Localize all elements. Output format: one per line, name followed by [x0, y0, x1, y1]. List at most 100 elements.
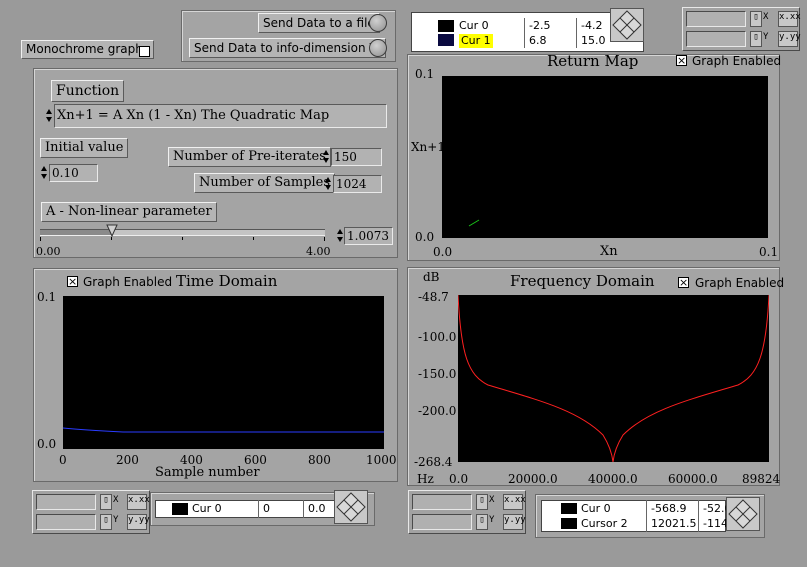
- x-format-button[interactable]: x.xx: [503, 494, 526, 510]
- freq-y-tick: -200.0: [418, 404, 457, 418]
- monochrome-label: Monochrome graphs: [21, 40, 155, 59]
- cursor-move-diamond[interactable]: [610, 8, 644, 42]
- cursor-name: Cur 0: [192, 502, 222, 515]
- cursor-x: 12021.5: [651, 517, 697, 530]
- cursor-x: -2.5: [529, 19, 551, 32]
- cursor-color-swatch: [172, 503, 188, 515]
- cursor-y: 0.0: [308, 502, 326, 515]
- pre-iterates-label: Number of Pre-iterates: [168, 147, 331, 167]
- freq-graph-enabled-label: Graph Enabled: [695, 276, 785, 290]
- return-map-xlabel: Xn: [600, 244, 618, 259]
- samples-stepper[interactable]: [325, 175, 332, 193]
- freq-domain-title: Frequency Domain: [510, 272, 655, 290]
- cursor-name-selected[interactable]: Cur 1: [459, 34, 493, 48]
- freq-domain-plot[interactable]: [457, 294, 770, 463]
- param-stepper[interactable]: [337, 227, 344, 245]
- cursor-move-diamond[interactable]: [726, 497, 760, 531]
- y-format-button[interactable]: y.yy: [503, 514, 526, 530]
- param-min-label: 0.00: [36, 245, 61, 258]
- pre-iterates-field[interactable]: 150: [331, 148, 382, 166]
- y-scale-label: Y: [113, 515, 119, 525]
- send-info-button[interactable]: [369, 39, 387, 57]
- samples-label: Number of Samples: [194, 173, 336, 193]
- y-lock-button[interactable]: ▯: [100, 514, 112, 530]
- freq-x-tick: 40000.0: [588, 472, 638, 486]
- send-file-label: Send Data to a file: [258, 13, 380, 33]
- time-xlabel: Sample number: [155, 465, 260, 480]
- cursor-x: 6.8: [529, 34, 547, 47]
- freq-y-tick: -150.0: [418, 367, 457, 381]
- x-scale-label: X: [113, 495, 119, 505]
- param-slider-fill: [40, 230, 112, 235]
- freq-x-tick: 60000.0: [668, 472, 718, 486]
- x-scale-label: X: [763, 12, 769, 22]
- freq-y-tick: -100.0: [418, 330, 457, 344]
- x-scale-field[interactable]: [686, 11, 746, 27]
- send-file-button[interactable]: [369, 14, 387, 32]
- time-x-tick: 800: [308, 453, 331, 467]
- freq-y-tick: -268.4: [414, 455, 453, 469]
- x-scale-field[interactable]: [36, 494, 96, 510]
- y-lock-button[interactable]: ▯: [476, 514, 488, 530]
- time-x-tick: 0: [59, 453, 67, 467]
- freq-x-tick: 20000.0: [508, 472, 558, 486]
- freq-y-tick: -48.7: [418, 290, 449, 304]
- time-y-top: 0.1: [37, 290, 57, 304]
- return-map-x-right: 0.1: [759, 245, 779, 259]
- x-lock-button[interactable]: ▯: [476, 494, 488, 510]
- cursor-x: 0: [263, 502, 270, 515]
- return-map-title: Return Map: [547, 52, 639, 70]
- freq-unit-x: Hz: [417, 472, 434, 486]
- y-scale-field[interactable]: [686, 31, 746, 47]
- time-domain-graph-enabled-checkbox[interactable]: ×: [67, 276, 78, 287]
- cursor-color-swatch: [438, 20, 454, 32]
- return-map-ylabel: Xn+1: [411, 140, 445, 154]
- y-lock-button[interactable]: ▯: [750, 31, 762, 47]
- cursor-x: -568.9: [651, 502, 687, 515]
- initial-value-stepper[interactable]: [41, 164, 48, 182]
- initial-value-label: Initial value: [40, 138, 129, 158]
- function-ring-stepper[interactable]: [46, 107, 53, 125]
- send-info-label: Send Data to info-dimension VI: [189, 38, 387, 58]
- x-format-button[interactable]: x.xx: [778, 11, 801, 27]
- time-domain-plot[interactable]: [62, 296, 384, 449]
- return-map-x-left: 0.0: [433, 245, 453, 259]
- cursor-y: -4.2: [581, 19, 603, 32]
- return-map-plot[interactable]: [442, 76, 768, 238]
- freq-x-tick: 0.0: [449, 472, 469, 486]
- initial-value-field[interactable]: 0.10: [49, 164, 98, 182]
- function-ring[interactable]: Xn+1 = A Xn (1 - Xn) The Quadratic Map: [54, 104, 387, 128]
- return-map-graph-enabled-checkbox[interactable]: ×: [676, 55, 687, 66]
- y-format-button[interactable]: y.yy: [778, 31, 801, 47]
- x-lock-button[interactable]: ▯: [750, 11, 762, 27]
- param-value-field[interactable]: 1.0073: [344, 227, 393, 245]
- monochrome-checkbox[interactable]: [139, 46, 150, 57]
- y-format-button[interactable]: y.yy: [127, 514, 150, 530]
- samples-field[interactable]: 1024: [333, 175, 382, 193]
- pre-iterates-stepper[interactable]: [323, 148, 330, 166]
- freq-unit-y: dB: [423, 270, 440, 284]
- freq-graph-enabled-checkbox[interactable]: ×: [678, 277, 689, 288]
- freq-x-tick: 89824: [742, 472, 781, 486]
- time-x-tick: 1000: [366, 453, 397, 467]
- cursor-name: Cur 0: [581, 502, 611, 515]
- return-map-trace: [468, 219, 480, 227]
- cursor-name: Cur 0: [459, 19, 489, 32]
- y-scale-label: Y: [763, 32, 769, 42]
- x-lock-button[interactable]: ▯: [100, 494, 112, 510]
- cursor-y: 15.0: [581, 34, 606, 47]
- x-scale-field[interactable]: [412, 494, 472, 510]
- y-scale-field[interactable]: [412, 514, 472, 530]
- time-domain-trace: [62, 427, 384, 433]
- cursor-color-swatch: [561, 503, 577, 514]
- x-scale-label: X: [489, 495, 495, 505]
- function-label: Function: [51, 80, 125, 102]
- param-label: A - Non-linear parameter: [41, 202, 217, 222]
- y-scale-field[interactable]: [36, 514, 96, 530]
- x-format-button[interactable]: x.xx: [127, 494, 150, 510]
- time-x-tick: 200: [116, 453, 139, 467]
- time-domain-title: Time Domain: [176, 272, 278, 290]
- cursor-move-diamond[interactable]: [334, 490, 368, 524]
- param-slider-thumb[interactable]: [106, 224, 118, 238]
- cursor-color-swatch: [438, 34, 454, 46]
